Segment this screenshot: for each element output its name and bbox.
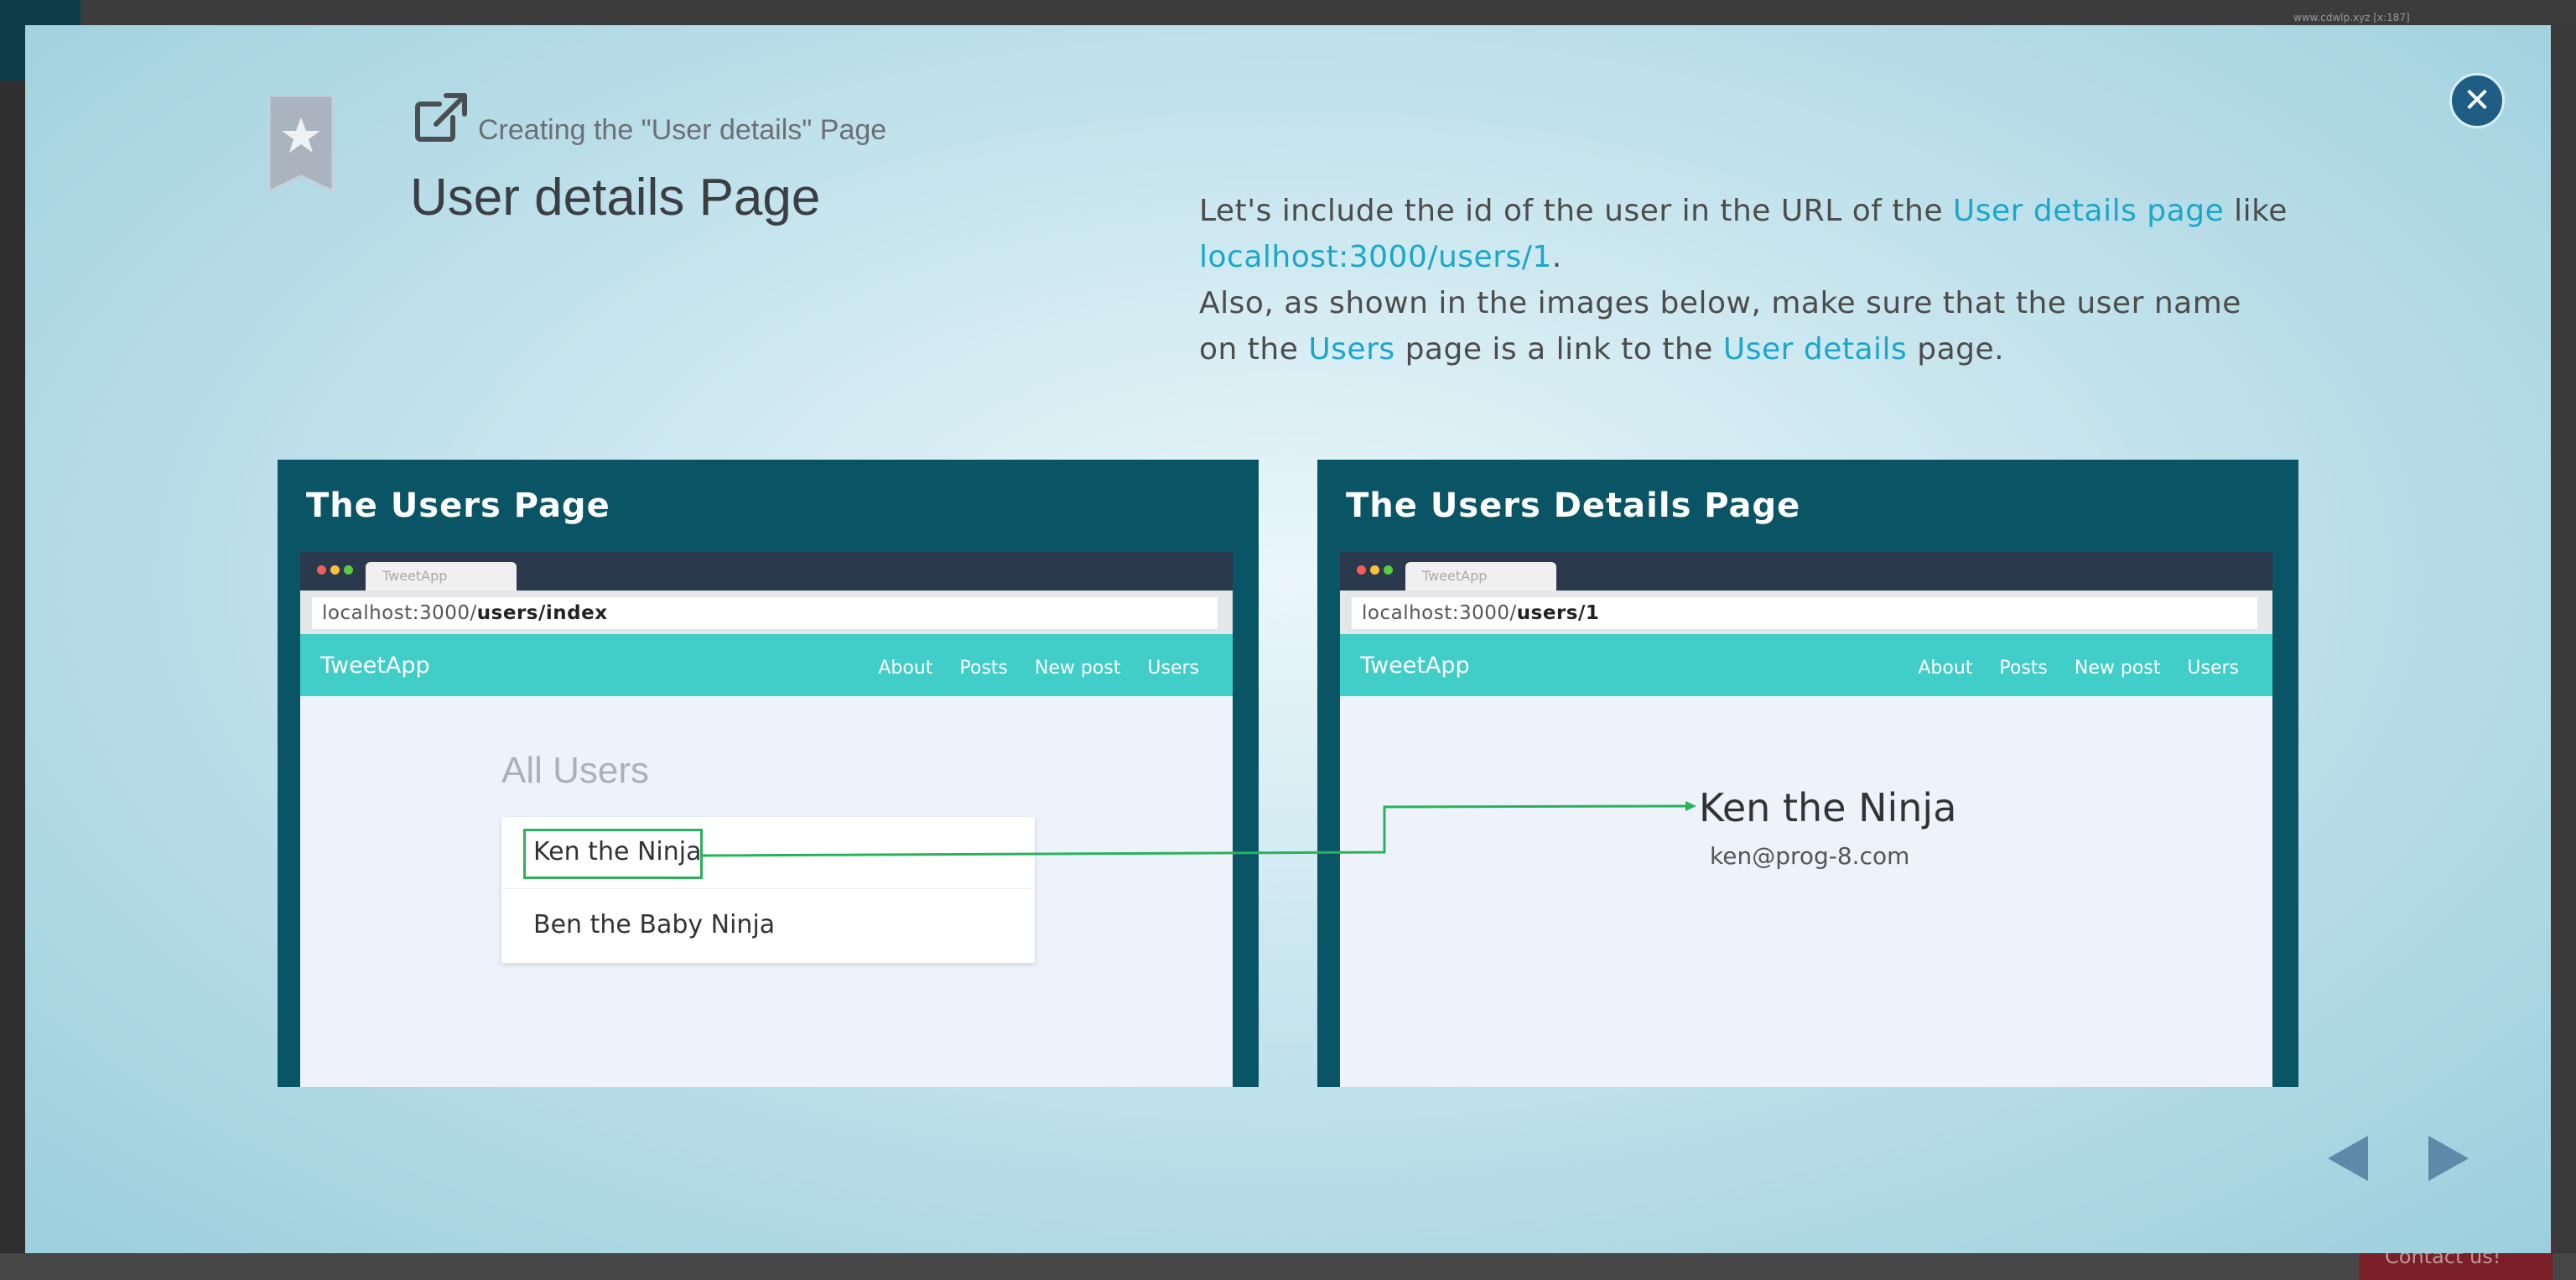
url-path: users/index [476, 602, 608, 624]
nav-about: About [1918, 658, 1973, 679]
desc-text: page is a link to the [1394, 332, 1723, 367]
desc-link-user-details: User details [1722, 332, 1908, 367]
maximize-dot-icon [344, 565, 353, 575]
desc-text: page. [1907, 332, 2005, 367]
nav-new-post: New post [1034, 658, 1121, 679]
next-slide-icon[interactable] [2423, 1132, 2474, 1184]
browser-chrome: TweetApp [300, 552, 1233, 591]
slide-subtitle: Creating the "User details" Page [478, 114, 887, 146]
close-icon[interactable]: ✕ [2449, 73, 2505, 128]
browser-mockup: TweetApp localhost:3000/users/1 TweetApp… [1340, 552, 2272, 1087]
address-bar-container: localhost:3000/users/1 [1340, 591, 2272, 634]
background-url-text: www.cdwlp.xyz [x:187] [2293, 12, 2410, 23]
browser-mockup: TweetApp localhost:3000/users/index Twee… [300, 552, 1233, 1087]
user-name: Ken the Ninja [533, 837, 702, 866]
desc-link-users: Users [1308, 332, 1395, 367]
nav-users: Users [2187, 658, 2239, 679]
users-page-panel: The Users Page TweetApp localhost:3000/u… [278, 460, 1259, 1087]
nav-users: Users [1147, 658, 1199, 679]
minimize-dot-icon [330, 565, 340, 575]
close-dot-icon [317, 565, 326, 575]
slide-description: Let's include the id of the user in the … [1199, 188, 2289, 372]
site-nav-links: About Posts New post Users [878, 658, 1199, 679]
list-item: Ben the Baby Ninja [501, 890, 1035, 962]
all-users-heading: All Users [501, 750, 650, 791]
site-navbar: TweetApp About Posts New post Users [1340, 634, 2272, 696]
browser-tab: TweetApp [1405, 562, 1556, 591]
desc-link-url: localhost:3000/users/1 [1199, 240, 1552, 274]
close-dot-icon [1357, 565, 1366, 575]
site-brand: TweetApp [320, 653, 430, 679]
background-sidebar [0, 0, 25, 1280]
nav-new-post: New post [2074, 658, 2161, 679]
nav-posts: Posts [959, 658, 1008, 679]
site-nav-links: About Posts New post Users [1918, 658, 2239, 679]
slide-modal: ✕ Creating the "User details" Page User … [25, 25, 2551, 1253]
desc-link-user-details-page: User details page [1952, 194, 2225, 228]
slide-title: User details Page [410, 169, 821, 226]
desc-text: like [2224, 194, 2288, 228]
user-detail-email: ken@prog-8.com [1710, 842, 1910, 870]
url-host: localhost:3000/ [1362, 602, 1517, 624]
maximize-dot-icon [1384, 565, 1393, 575]
list-item: Ken the Ninja [501, 817, 1035, 889]
previous-slide-icon[interactable] [2323, 1132, 2373, 1184]
address-bar: localhost:3000/users/1 [1352, 597, 2257, 629]
nav-about: About [878, 658, 933, 679]
user-details-panel: The Users Details Page TweetApp localhos… [1317, 460, 2298, 1087]
panel-title: The Users Page [306, 487, 610, 525]
bookmark-star-icon[interactable] [266, 96, 336, 196]
user-detail-name: Ken the Ninja [1699, 785, 1957, 830]
nav-posts: Posts [1999, 658, 2048, 679]
background-bottombar [0, 1253, 2576, 1280]
users-list: Ken the Ninja Ben the Baby Ninja [501, 817, 1035, 963]
desc-text: Let's include the id of the user in the … [1199, 194, 1953, 228]
address-bar: localhost:3000/users/index [312, 597, 1218, 629]
desc-text: . [1551, 240, 1562, 274]
url-path: users/1 [1516, 602, 1600, 624]
background-topbar [0, 0, 2576, 25]
browser-chrome: TweetApp [1340, 552, 2272, 591]
minimize-dot-icon [1370, 565, 1379, 575]
url-host: localhost:3000/ [322, 602, 477, 624]
site-navbar: TweetApp About Posts New post Users [300, 634, 1233, 696]
site-brand: TweetApp [1360, 653, 1470, 679]
address-bar-container: localhost:3000/users/index [300, 591, 1233, 634]
panel-title: The Users Details Page [1346, 487, 1801, 525]
user-name: Ben the Baby Ninja [533, 910, 776, 939]
external-link-icon [415, 93, 467, 142]
browser-tab: TweetApp [366, 562, 517, 591]
